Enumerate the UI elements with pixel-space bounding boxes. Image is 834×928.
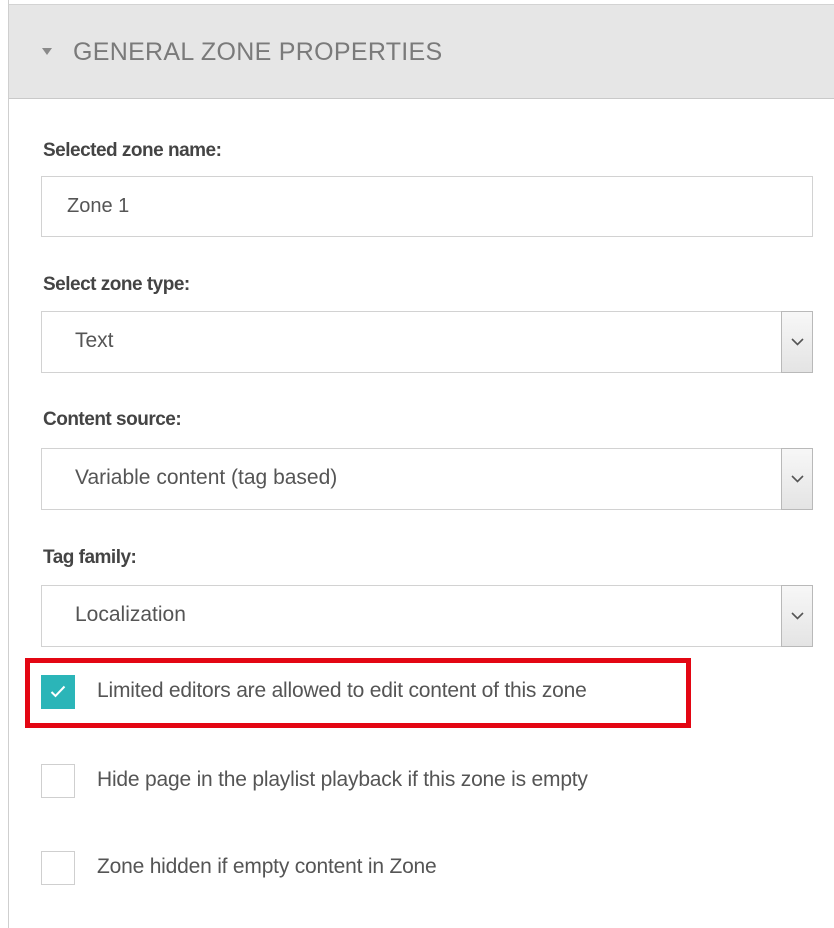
zone-type-value: Text <box>75 329 114 352</box>
tag-family-value: Localization <box>75 603 186 626</box>
hide-page-label[interactable]: Hide page in the playlist playback if th… <box>97 768 588 792</box>
zone-properties-panel: GENERAL ZONE PROPERTIES Selected zone na… <box>8 0 834 928</box>
caret-down-icon[interactable] <box>42 48 52 55</box>
content-source-value: Variable content (tag based) <box>75 466 338 489</box>
content-source-label: Content source: <box>43 409 182 430</box>
chevron-down-icon <box>791 612 804 620</box>
zone-hidden-label[interactable]: Zone hidden if empty content in Zone <box>97 855 437 879</box>
zone-type-label: Select zone type: <box>43 274 190 295</box>
panel-title: GENERAL ZONE PROPERTIES <box>73 38 443 66</box>
zone-hidden-checkbox[interactable] <box>41 851 75 885</box>
tag-family-label: Tag family: <box>43 547 137 568</box>
content-source-dropdown-button[interactable] <box>781 448 813 510</box>
chevron-down-icon <box>791 338 804 346</box>
zone-name-input[interactable] <box>41 176 813 237</box>
zone-name-label: Selected zone name: <box>43 140 222 161</box>
hide-page-checkbox[interactable] <box>41 764 75 798</box>
panel-header[interactable]: GENERAL ZONE PROPERTIES <box>9 4 834 99</box>
highlight-annotation-box <box>25 658 691 728</box>
chevron-down-icon <box>791 475 804 483</box>
tag-family-dropdown-button[interactable] <box>781 585 813 647</box>
tag-family-select[interactable]: Localization <box>41 585 813 647</box>
zone-type-select[interactable]: Text <box>41 311 813 373</box>
content-source-select[interactable]: Variable content (tag based) <box>41 448 813 510</box>
zone-type-dropdown-button[interactable] <box>781 311 813 373</box>
